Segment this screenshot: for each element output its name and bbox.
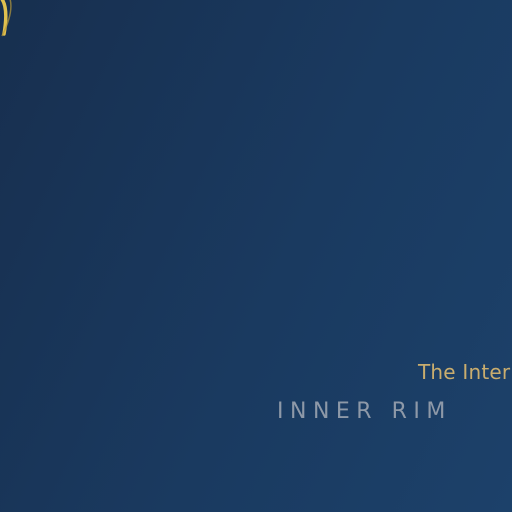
brand-name: INNER RIM xyxy=(277,399,452,424)
gold-arc-icon xyxy=(0,0,30,40)
hero-tagline: The Interi xyxy=(418,360,512,384)
hero-panel: The Interi INNER RIM xyxy=(0,0,512,512)
